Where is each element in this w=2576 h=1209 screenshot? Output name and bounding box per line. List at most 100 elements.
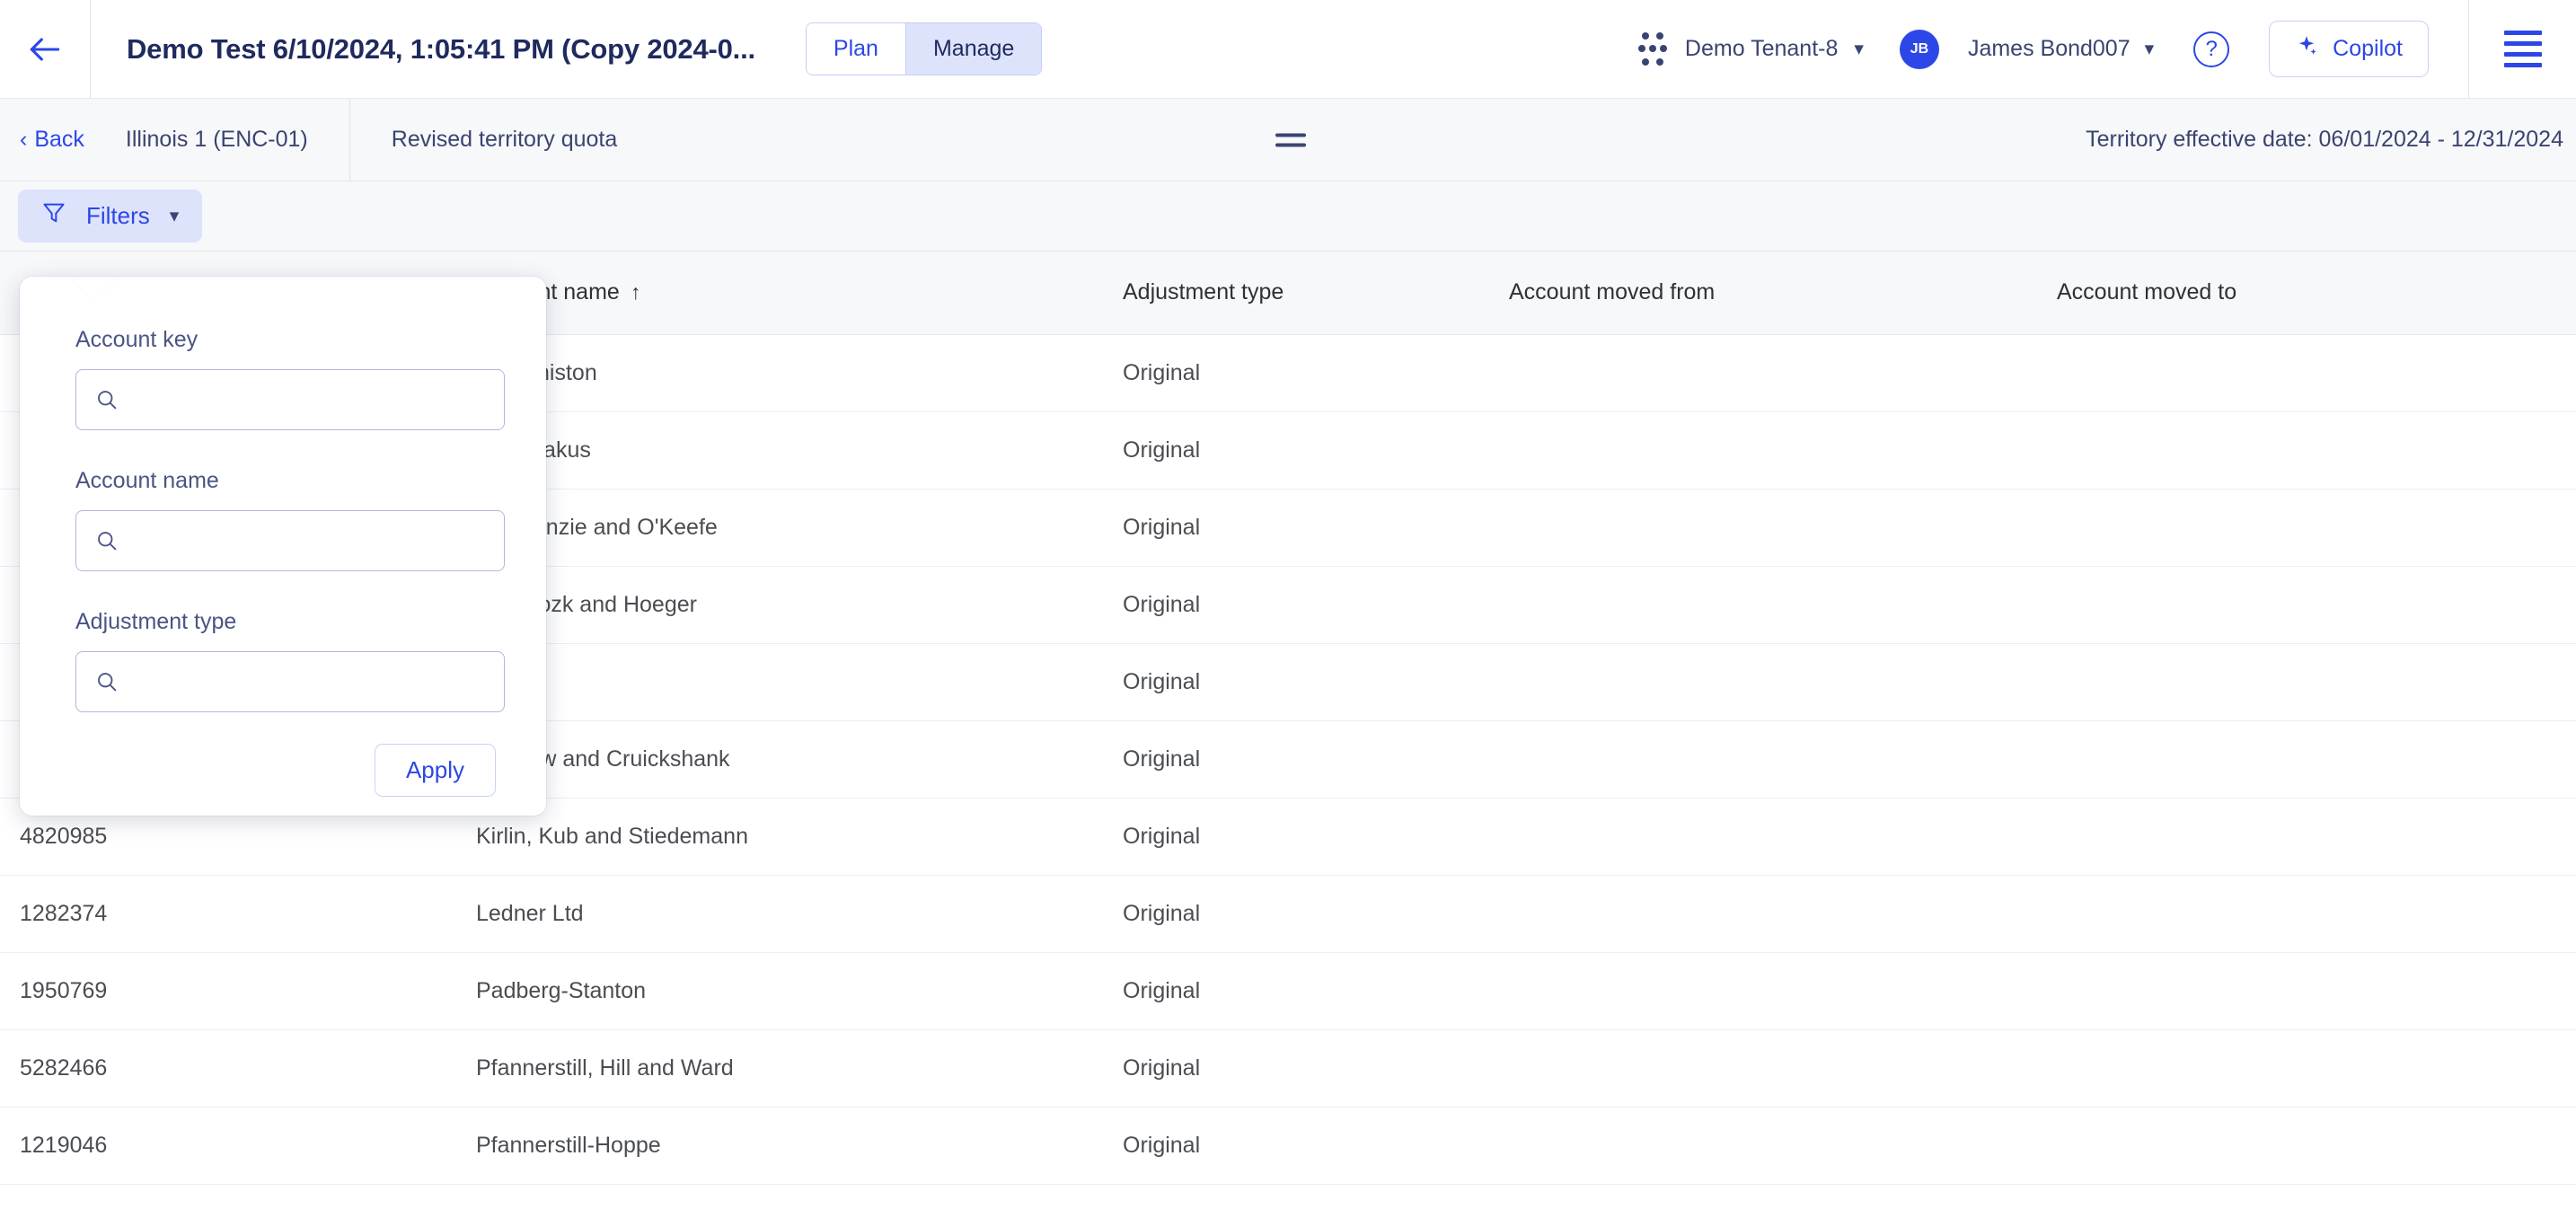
cell-account-name: que-Brakus xyxy=(476,411,1123,490)
table-toolbar: Filters ▾ xyxy=(0,181,2576,252)
sparkle-icon xyxy=(2295,34,2318,64)
cell-account-moved-from xyxy=(1509,1107,2057,1185)
copilot-label: Copilot xyxy=(2333,36,2403,61)
chevron-down-icon: ▾ xyxy=(169,206,180,226)
context-bar: ‹ Back Illinois 1 (ENC-01) Revised terri… xyxy=(0,98,2576,181)
cell-account-moved-from xyxy=(1509,952,2057,1030)
cell-adjustment-type: Original xyxy=(1123,1029,1509,1108)
cell-account-key: 1950769 xyxy=(0,952,476,1030)
avatar: JB xyxy=(1899,29,1939,69)
cell-account-name: , McKenzie and O'Keefe xyxy=(476,489,1123,567)
header-actions: Demo Tenant-8 ▾ JB James Bond007 ▾ ? Cop… xyxy=(1637,0,2576,99)
cell-account-key: 1282374 xyxy=(0,875,476,953)
cell-account-name: Dicki xyxy=(476,643,1123,721)
question-circle-icon[interactable]: ? xyxy=(2193,31,2230,67)
filter-search-input[interactable] xyxy=(75,651,505,712)
cell-account-key: 1219046 xyxy=(0,1107,476,1185)
cell-account-moved-to xyxy=(2057,334,2576,412)
cell-account-moved-to xyxy=(2057,566,2576,644)
filter-fields-scroll-area[interactable]: Account keyAccount nameAdjustment typeAc… xyxy=(20,277,546,724)
cell-adjustment-type: Original xyxy=(1123,798,1509,876)
scenario-label: Revised territory quota xyxy=(391,127,618,152)
copilot-button[interactable]: Copilot xyxy=(2269,21,2429,77)
cell-account-moved-from xyxy=(1509,411,2057,490)
back-arrow-button[interactable] xyxy=(0,0,90,99)
hamburger-menu-icon xyxy=(2503,31,2542,67)
main-menu-button[interactable] xyxy=(2468,0,2576,99)
filters-popover-footer: Apply xyxy=(20,724,546,816)
context-divider xyxy=(348,98,350,181)
column-header-adjustment-type[interactable]: Adjustment type xyxy=(1123,252,1509,335)
cell-account-moved-to xyxy=(2057,489,2576,567)
tab-manage[interactable]: Manage xyxy=(904,23,1042,75)
cell-adjustment-type: Original xyxy=(1123,952,1509,1030)
cell-account-name: Pfannerstill, Hill and Ward xyxy=(476,1029,1123,1108)
plan-manage-toggle: Plan Manage xyxy=(805,22,1043,75)
cell-account-name: s-Hermiston xyxy=(476,334,1123,412)
column-header-account-moved-from[interactable]: Account moved from xyxy=(1509,252,2057,335)
search-icon xyxy=(94,387,119,412)
cell-account-moved-to xyxy=(2057,798,2576,876)
cell-account-moved-to xyxy=(2057,875,2576,953)
cell-account-name: Kirlin, Kub and Stiedemann xyxy=(476,798,1123,876)
cell-account-moved-from xyxy=(1509,798,2057,876)
user-menu[interactable]: JB James Bond007 ▾ xyxy=(1899,29,2155,69)
cell-account-name: Padberg-Stanton xyxy=(476,952,1123,1030)
tenant-label: Demo Tenant-8 xyxy=(1684,36,1839,61)
cell-adjustment-type: Original xyxy=(1123,1107,1509,1185)
cell-account-moved-to xyxy=(2057,643,2576,721)
column-label: Adjustment type xyxy=(1123,279,1284,305)
tab-plan[interactable]: Plan xyxy=(806,23,905,75)
cell-account-name: Pfannerstill-Hoppe xyxy=(476,1107,1123,1185)
back-link[interactable]: ‹ Back xyxy=(20,127,84,153)
cell-account-moved-to xyxy=(2057,952,2576,1030)
column-label: Account moved from xyxy=(1509,279,1716,305)
table-row[interactable]: 1219046Pfannerstill-HoppeOriginal06/01/2… xyxy=(0,1107,2576,1185)
cell-account-moved-from xyxy=(1509,566,2057,644)
cell-account-name: Trantow and Cruickshank xyxy=(476,720,1123,799)
filter-field-label: Account key xyxy=(75,327,198,352)
filter-field-label: Account name xyxy=(75,468,219,493)
search-icon xyxy=(94,669,119,694)
cell-account-moved-from xyxy=(1509,720,2057,799)
table-row[interactable]: 5282466 Pfannerstill, Hill and Ward Origin… xyxy=(0,1029,2576,1108)
apply-button[interactable]: Apply xyxy=(374,743,496,797)
cell-account-moved-from xyxy=(1509,334,2057,412)
arrow-left-icon xyxy=(25,30,65,69)
cell-account-name: d, Wisozk and Hoeger xyxy=(476,566,1123,644)
cell-adjustment-type: Original xyxy=(1123,334,1509,412)
header-divider xyxy=(90,0,91,99)
column-header-account-moved-to[interactable]: Account moved to xyxy=(2057,252,2576,335)
app-header: Demo Test 6/10/2024, 1:05:41 PM (Copy 20… xyxy=(0,0,2576,99)
cell-account-name: Ledner Ltd xyxy=(476,875,1123,953)
cell-account-moved-to xyxy=(2057,720,2576,799)
breadcrumb-territory: Illinois 1 (ENC-01) xyxy=(125,127,308,152)
back-label: Back xyxy=(34,127,84,152)
cell-adjustment-type: Original xyxy=(1123,566,1509,644)
filter-search-input[interactable] xyxy=(75,510,505,571)
chevron-left-icon: ‹ xyxy=(20,127,28,152)
territory-effective-date: Territory effective date: 06/01/2024 - 1… xyxy=(2086,127,2563,152)
column-header-account-name[interactable]: Account name ↑ xyxy=(476,252,1123,335)
cell-adjustment-type: Original xyxy=(1123,411,1509,490)
cell-account-moved-to xyxy=(2057,411,2576,490)
filters-popover: Account keyAccount nameAdjustment typeAc… xyxy=(20,277,546,816)
cell-account-moved-from xyxy=(1509,643,2057,721)
tenant-selector[interactable]: Demo Tenant-8 ▾ xyxy=(1637,31,1864,68)
cell-account-moved-from xyxy=(1509,1029,2057,1108)
cell-account-moved-from xyxy=(1509,875,2057,953)
search-icon xyxy=(94,528,119,553)
page-title: Demo Test 6/10/2024, 1:05:41 PM (Copy 20… xyxy=(127,32,755,65)
chevron-down-icon: ▾ xyxy=(1854,39,1864,59)
drag-handle-icon[interactable] xyxy=(1275,133,1306,146)
cell-adjustment-type: Original xyxy=(1123,875,1509,953)
table-row[interactable]: 1282374Ledner LtdOriginal06/01/2024 - xyxy=(0,875,2576,953)
cell-adjustment-type: Original xyxy=(1123,489,1509,567)
cell-adjustment-type: Original xyxy=(1123,720,1509,799)
column-label: Account moved to xyxy=(2057,279,2237,305)
table-row[interactable]: 1950769Padberg-StantonOriginal06/01/2024… xyxy=(0,952,2576,1030)
user-label: James Bond007 xyxy=(1967,36,2130,61)
filters-button[interactable]: Filters ▾ xyxy=(18,190,203,243)
chevron-down-icon: ▾ xyxy=(2144,39,2155,59)
filter-search-input[interactable] xyxy=(75,369,505,430)
